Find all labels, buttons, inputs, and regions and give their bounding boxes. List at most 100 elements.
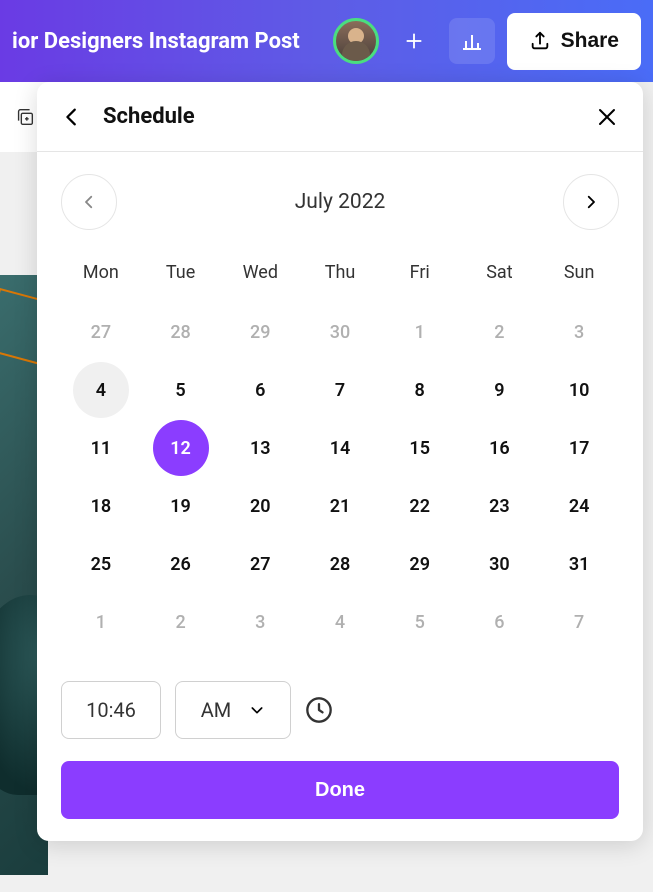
chevron-left-icon [80, 193, 98, 211]
calendar-nav: July 2022 [61, 174, 619, 230]
calendar-day[interactable]: 10 [539, 361, 619, 419]
day-number: 27 [91, 322, 111, 343]
weekday-label: Sun [539, 252, 619, 303]
prev-month-button[interactable] [61, 174, 117, 230]
calendar-day[interactable]: 16 [460, 419, 540, 477]
document-title: ior Designers Instagram Post [12, 29, 321, 54]
calendar-week: 18 19 20 21 22 23 24 [61, 477, 619, 535]
calendar-day[interactable]: 7 [300, 361, 380, 419]
calendar-day: 1 [61, 593, 141, 651]
day-number: 4 [96, 380, 106, 401]
modal-header: Schedule [37, 82, 643, 152]
month-label: July 2022 [125, 190, 555, 214]
day-number: 30 [489, 554, 510, 575]
chevron-right-icon [582, 193, 600, 211]
day-number: 2 [175, 612, 185, 633]
day-number: 7 [335, 380, 345, 401]
next-month-button[interactable] [563, 174, 619, 230]
calendar-day[interactable]: 4 [61, 361, 141, 419]
done-button[interactable]: Done [61, 761, 619, 819]
day-number: 7 [574, 612, 584, 633]
day-number: 4 [335, 612, 345, 633]
day-number: 29 [409, 554, 430, 575]
calendar-day: 27 [61, 303, 141, 361]
analytics-button[interactable] [449, 18, 495, 64]
duplicate-page-icon[interactable] [14, 106, 36, 128]
plus-icon [403, 30, 425, 52]
weekday-header: MonTueWedThuFriSatSun [61, 252, 619, 303]
calendar-day: 3 [539, 303, 619, 361]
day-number: 20 [250, 496, 271, 517]
back-icon[interactable] [61, 106, 83, 128]
calendar-week: 4 5 6 7 8 910 [61, 361, 619, 419]
calendar-day[interactable]: 21 [300, 477, 380, 535]
day-number: 3 [574, 322, 584, 343]
add-button[interactable] [391, 18, 437, 64]
app-header: ior Designers Instagram Post Share [0, 0, 653, 82]
calendar-day[interactable]: 5 [141, 361, 221, 419]
weekday-label: Tue [141, 252, 221, 303]
calendar-day[interactable]: 20 [220, 477, 300, 535]
day-number: 31 [569, 554, 590, 575]
weekday-label: Fri [380, 252, 460, 303]
ampm-select[interactable]: AM [175, 681, 291, 739]
calendar-day[interactable]: 9 [460, 361, 540, 419]
share-label: Share [561, 29, 619, 53]
upload-icon [529, 30, 551, 52]
weekday-label: Mon [61, 252, 141, 303]
schedule-modal: Schedule July 2022 MonTueWedThuFriSatSun… [37, 82, 643, 841]
day-number: 14 [330, 438, 351, 459]
day-number: 19 [170, 496, 191, 517]
modal-title: Schedule [103, 104, 575, 129]
calendar-day[interactable]: 31 [539, 535, 619, 593]
time-input[interactable]: 10:46 [61, 681, 161, 739]
calendar-day: 2 [460, 303, 540, 361]
calendar-day[interactable]: 8 [380, 361, 460, 419]
day-number: 23 [489, 496, 510, 517]
day-number: 21 [330, 496, 351, 517]
calendar-day[interactable]: 11 [61, 419, 141, 477]
calendar-day[interactable]: 13 [220, 419, 300, 477]
chevron-down-icon [249, 702, 265, 718]
day-number: 26 [170, 554, 191, 575]
modal-body: July 2022 MonTueWedThuFriSatSun 27282930… [37, 152, 643, 841]
weekday-label: Sat [460, 252, 540, 303]
calendar-day[interactable]: 17 [539, 419, 619, 477]
calendar-day[interactable]: 25 [61, 535, 141, 593]
calendar-day[interactable]: 23 [460, 477, 540, 535]
day-number: 1 [415, 322, 425, 343]
calendar-day[interactable]: 24 [539, 477, 619, 535]
day-number: 5 [175, 380, 185, 401]
calendar-day[interactable]: 30 [460, 535, 540, 593]
calendar-day[interactable]: 28 [300, 535, 380, 593]
day-number: 3 [255, 612, 265, 633]
day-number: 15 [409, 438, 430, 459]
calendar-day[interactable]: 29 [380, 535, 460, 593]
avatar[interactable] [333, 18, 379, 64]
calendar-day[interactable]: 18 [61, 477, 141, 535]
done-label: Done [315, 779, 365, 801]
day-number: 28 [330, 554, 351, 575]
calendar-day[interactable]: 19 [141, 477, 221, 535]
calendar-day[interactable]: 15 [380, 419, 460, 477]
calendar-day: 3 [220, 593, 300, 651]
calendar-day[interactable]: 6 [220, 361, 300, 419]
clock-icon[interactable] [305, 696, 333, 724]
day-number: 2 [494, 322, 504, 343]
day-number: 29 [250, 322, 270, 343]
day-number: 13 [250, 438, 271, 459]
calendar-day[interactable]: 22 [380, 477, 460, 535]
calendar-day[interactable]: 12 [141, 419, 221, 477]
close-icon[interactable] [595, 105, 619, 129]
calendar-day: 29 [220, 303, 300, 361]
calendar-day[interactable]: 27 [220, 535, 300, 593]
day-number: 28 [170, 322, 190, 343]
calendar-day: 2 [141, 593, 221, 651]
calendar-week: 27282930123 [61, 303, 619, 361]
calendar-day[interactable]: 26 [141, 535, 221, 593]
chart-icon [460, 29, 484, 53]
share-button[interactable]: Share [507, 13, 641, 70]
calendar-day[interactable]: 14 [300, 419, 380, 477]
day-number: 8 [415, 380, 425, 401]
day-number: 17 [569, 438, 590, 459]
